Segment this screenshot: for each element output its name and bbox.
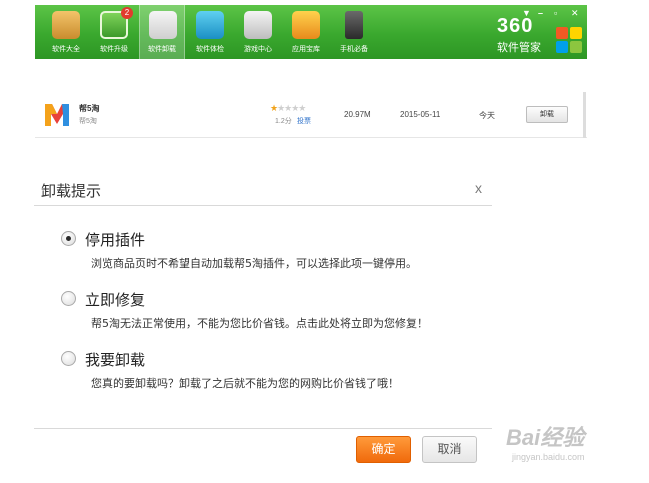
toolbar-item-software-list[interactable]: 软件大全 xyxy=(43,5,89,59)
star-empty-icon: ★★★★ xyxy=(277,103,306,113)
restore-button[interactable]: ▫ xyxy=(554,8,557,18)
brand-number: 360 xyxy=(497,15,534,37)
watermark-url: jingyan.baidu.com xyxy=(512,452,585,462)
option-title[interactable]: 立即修复 xyxy=(85,289,145,310)
update-count-badge: 2 xyxy=(121,7,133,19)
toolbar-item-label: 软件卸载 xyxy=(148,46,176,53)
dialog-title: 卸载提示 xyxy=(41,182,102,200)
close-window-button[interactable]: ✕ xyxy=(571,8,579,19)
uninstall-button[interactable]: 卸载 xyxy=(526,106,568,123)
vote-link[interactable]: 投票 xyxy=(297,116,311,126)
toolbar-item-label: 软件体检 xyxy=(196,46,224,53)
app-name: 帮5淘 xyxy=(79,104,100,113)
recycle-icon xyxy=(149,11,177,39)
app-logo-icon xyxy=(45,104,69,126)
cancel-button[interactable]: 取消 xyxy=(422,436,477,463)
option-description: 您真的要卸载吗？卸载了之后就不能为您的网购比价省钱了哦！ xyxy=(91,377,399,390)
option-description: 浏览商品页时不希望自动加载帮5淘插件，可以选择此项一键停用。 xyxy=(91,257,417,270)
check-monitor-icon xyxy=(196,11,224,39)
app-subtitle: 帮5淘 xyxy=(79,118,97,125)
gamepad-icon xyxy=(244,11,272,39)
rating-score: 1.2分 xyxy=(275,118,292,125)
radio-button[interactable] xyxy=(61,231,76,246)
watermark: Bai经验 jingyan.baidu.com xyxy=(506,420,585,462)
toolbar-item-game-center[interactable]: 游戏中心 xyxy=(235,5,281,59)
app-store-icon xyxy=(292,11,320,39)
radio-button[interactable] xyxy=(61,351,76,366)
radio-button[interactable] xyxy=(61,291,76,306)
software-box-icon xyxy=(52,11,80,39)
dialog-footer-divider xyxy=(34,428,492,429)
option-title[interactable]: 停用插件 xyxy=(85,229,145,250)
toolbar-item-label: 应用宝库 xyxy=(292,46,320,53)
software-row: 帮5淘 帮5淘 ★★★★★ 1.2分 投票 20.97M 2015-05-11 … xyxy=(35,92,587,138)
toolbar-item-label: 软件升级 xyxy=(100,46,128,53)
phone-icon xyxy=(345,11,363,39)
toolbar-item-software-upgrade[interactable]: 2 软件升级 xyxy=(91,5,137,59)
toolbar-item-app-store[interactable]: 应用宝库 xyxy=(283,5,329,59)
toolbar-item-label: 游戏中心 xyxy=(244,46,272,53)
brand-text: 软件管家 xyxy=(497,42,541,54)
option-title[interactable]: 我要卸载 xyxy=(85,349,145,370)
brand-logo-icon xyxy=(556,27,582,53)
scrollbar[interactable] xyxy=(583,92,586,138)
last-used: 今天 xyxy=(479,111,495,120)
dialog-header-divider xyxy=(34,205,492,206)
toolbar-item-label: 手机必备 xyxy=(340,46,368,53)
toolbar-item-software-checkup[interactable]: 软件体检 xyxy=(187,5,233,59)
watermark-brand: Bai经验 xyxy=(506,425,585,450)
confirm-button[interactable]: 确定 xyxy=(356,436,411,463)
option-description: 帮5淘无法正常使用，不能为您比价省钱。点击此处将立即为您修复！ xyxy=(91,317,428,330)
toolbar-item-software-uninstall[interactable]: 软件卸载 xyxy=(139,5,185,59)
top-toolbar: 软件大全 2 软件升级 软件卸载 软件体检 游戏中心 应用宝库 手机必备 ▼ –… xyxy=(35,5,587,59)
rating-stars[interactable]: ★★★★★ xyxy=(270,103,306,114)
minimize-button[interactable]: – xyxy=(538,8,543,18)
app-size: 20.97M xyxy=(344,110,371,119)
dialog-close-button[interactable]: x xyxy=(475,180,482,196)
toolbar-item-label: 软件大全 xyxy=(52,46,80,53)
toolbar-item-phone-essentials[interactable]: 手机必备 xyxy=(331,5,377,59)
install-date: 2015-05-11 xyxy=(400,110,441,119)
